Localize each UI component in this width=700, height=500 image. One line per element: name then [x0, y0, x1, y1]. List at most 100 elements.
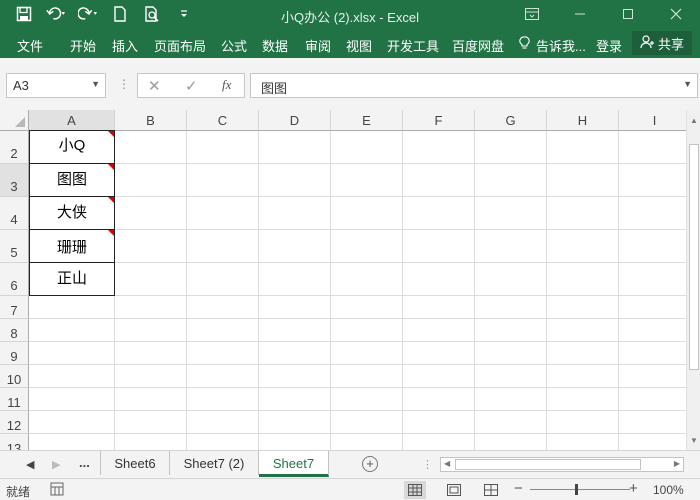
zoom-slider[interactable]	[530, 489, 630, 490]
row-header-2[interactable]: 2	[0, 131, 29, 164]
cell-value: 小Q	[58, 137, 86, 154]
tab-file[interactable]: 文件	[17, 36, 43, 55]
column-header-g[interactable]: G	[475, 110, 547, 131]
cell-value: 正山	[56, 270, 87, 287]
column-header-b[interactable]: B	[115, 110, 187, 131]
worksheet-grid[interactable]: A B C D E F G H I 2 3 4 5 6 7 8 9 10 11 …	[0, 110, 686, 450]
page-layout-view-icon[interactable]	[443, 481, 465, 499]
gridline	[402, 131, 403, 450]
expand-formula-bar-icon[interactable]: ▼	[683, 79, 692, 89]
formula-bar-resize-handle[interactable]: ⋮	[118, 77, 130, 91]
row-header-5[interactable]: 5	[0, 230, 29, 263]
tab-home[interactable]: 开始	[70, 36, 96, 55]
select-all-button[interactable]	[0, 110, 29, 131]
close-icon[interactable]	[652, 0, 700, 28]
share-button[interactable]: 共享	[632, 31, 692, 55]
sheet-tab-bar: ◀ ▶ ... Sheet6 Sheet7 (2) Sheet7 + ⋮ ◀ ▶	[0, 450, 700, 478]
scroll-up-icon[interactable]: ▲	[690, 116, 698, 125]
enter-icon[interactable]: ✓	[185, 77, 198, 95]
cell-a5[interactable]: 珊珊	[29, 229, 115, 263]
scroll-down-icon[interactable]: ▼	[690, 436, 698, 445]
cell-a6[interactable]: 正山	[29, 262, 115, 296]
formula-input[interactable]: 图图 ▼	[250, 73, 698, 98]
row-header-13[interactable]: 13	[0, 434, 29, 450]
scroll-left-icon[interactable]: ◀	[444, 459, 450, 468]
zoom-slider-thumb[interactable]	[575, 484, 578, 495]
cell-value: 珊珊	[56, 239, 87, 256]
cell-a2[interactable]: 小Q	[29, 130, 115, 164]
macro-record-icon[interactable]	[50, 482, 64, 499]
tab-data[interactable]: 数据	[262, 36, 288, 55]
vertical-scroll-thumb[interactable]	[689, 144, 699, 370]
column-header-h[interactable]: H	[547, 110, 619, 131]
cell-a3[interactable]: 图图	[29, 163, 115, 197]
page-break-preview-icon[interactable]	[480, 481, 502, 499]
comment-indicator[interactable]	[108, 230, 114, 236]
zoom-in-icon[interactable]: +	[629, 480, 638, 497]
row-header-8[interactable]: 8	[0, 319, 29, 342]
sheet-tab-sheet6[interactable]: Sheet6	[100, 451, 170, 475]
minimize-icon[interactable]	[556, 0, 604, 28]
gridline	[546, 131, 547, 450]
cancel-icon[interactable]: ✕	[148, 77, 161, 95]
horizontal-scroll-thumb[interactable]	[455, 459, 641, 470]
row-header-3[interactable]: 3	[0, 164, 29, 197]
status-ready: 就绪	[6, 485, 31, 499]
title-bar: 小Q办公 (2).xlsx - Excel	[0, 0, 700, 28]
zoom-level[interactable]: 100%	[653, 483, 684, 497]
comment-indicator[interactable]	[108, 131, 114, 137]
sign-in-link[interactable]: 登录	[596, 36, 622, 55]
tab-insert[interactable]: 插入	[112, 36, 138, 55]
formula-bar-area: A3 ▼ ⋮ ✕ ✓ fx 图图 ▼	[0, 58, 700, 110]
column-header-c[interactable]: C	[187, 110, 259, 131]
column-header-a[interactable]: A	[29, 110, 115, 131]
tab-view[interactable]: 视图	[346, 36, 372, 55]
gridline	[330, 131, 331, 450]
row-header-10[interactable]: 10	[0, 365, 29, 388]
horizontal-scrollbar[interactable]: ◀ ▶	[440, 457, 684, 472]
row-header-7[interactable]: 7	[0, 296, 29, 319]
cell-a4[interactable]: 大侠	[29, 196, 115, 230]
gridline	[186, 131, 187, 450]
normal-view-icon[interactable]	[404, 481, 426, 499]
vertical-scrollbar[interactable]: ▲ ▼	[686, 110, 700, 450]
tab-review[interactable]: 审阅	[305, 36, 331, 55]
comment-indicator[interactable]	[108, 164, 114, 170]
insert-function-icon[interactable]: fx	[222, 77, 231, 93]
person-add-icon	[640, 34, 654, 52]
name-box[interactable]: A3 ▼	[6, 73, 106, 98]
sheet-tab-sheet7-2[interactable]: Sheet7 (2)	[170, 451, 259, 475]
tab-developer[interactable]: 开发工具	[387, 36, 439, 55]
tab-split-handle[interactable]: ⋮	[422, 458, 433, 471]
zoom-out-icon[interactable]: −	[514, 480, 523, 497]
previous-sheet-icon[interactable]: ◀	[26, 458, 34, 471]
tab-formulas[interactable]: 公式	[221, 36, 247, 55]
more-sheets-button[interactable]: ...	[79, 455, 90, 470]
column-header-i[interactable]: I	[619, 110, 686, 131]
sheet-tab-sheet7[interactable]: Sheet7	[259, 451, 329, 477]
maximize-icon[interactable]	[604, 0, 652, 28]
add-sheet-icon[interactable]: +	[362, 456, 378, 472]
column-header-e[interactable]: E	[331, 110, 403, 131]
row-header-4[interactable]: 4	[0, 197, 29, 230]
tab-baidu-netdisk[interactable]: 百度网盘	[452, 36, 504, 55]
ribbon-display-options-icon[interactable]	[508, 0, 556, 28]
name-box-dropdown-icon[interactable]: ▼	[91, 79, 100, 89]
status-bar: 就绪 − + 100%	[0, 478, 700, 500]
column-header-f[interactable]: F	[403, 110, 475, 131]
gridline	[29, 295, 686, 296]
gridline	[29, 410, 686, 411]
tab-page-layout[interactable]: 页面布局	[154, 36, 206, 55]
comment-indicator[interactable]	[108, 197, 114, 203]
column-header-d[interactable]: D	[259, 110, 331, 131]
tell-me-search[interactable]: 告诉我...	[536, 36, 586, 55]
lightbulb-icon	[519, 36, 530, 53]
gridline	[29, 196, 686, 197]
row-header-12[interactable]: 12	[0, 411, 29, 434]
scroll-right-icon[interactable]: ▶	[674, 459, 680, 468]
gridline	[29, 318, 686, 319]
row-header-11[interactable]: 11	[0, 388, 29, 411]
row-header-6[interactable]: 6	[0, 263, 29, 296]
row-header-9[interactable]: 9	[0, 342, 29, 365]
next-sheet-icon[interactable]: ▶	[52, 458, 60, 471]
